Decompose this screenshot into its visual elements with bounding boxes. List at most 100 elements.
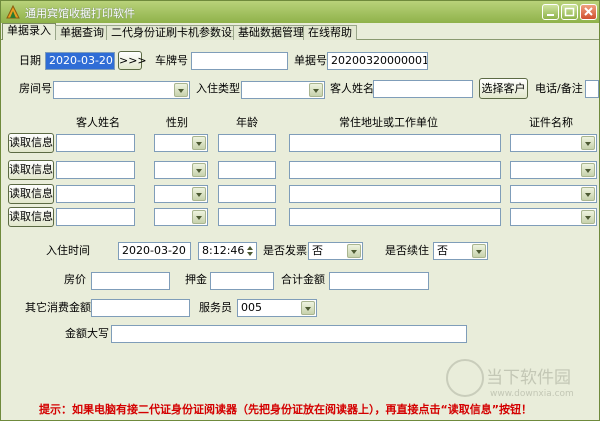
chevron-down-icon[interactable] xyxy=(347,244,361,258)
address-field[interactable] xyxy=(289,161,501,179)
chevron-down-icon[interactable] xyxy=(192,136,206,150)
col-address: 常住地址或工作单位 xyxy=(339,116,438,129)
checkin-type-select[interactable] xyxy=(241,81,325,99)
tab-basic-data[interactable]: 基础数据管理 xyxy=(233,25,309,40)
date-label: 日期 xyxy=(19,54,41,67)
gender-select[interactable] xyxy=(154,185,208,203)
age-field[interactable] xyxy=(218,185,276,203)
room-price-label: 房价 xyxy=(64,273,86,286)
chevron-down-icon[interactable] xyxy=(581,163,595,177)
room-price-input[interactable] xyxy=(91,272,170,290)
waiter-select[interactable]: 005 xyxy=(237,299,317,317)
other-amount-label: 其它消费金额 xyxy=(25,301,91,314)
age-field[interactable] xyxy=(218,208,276,226)
chevron-down-icon[interactable] xyxy=(581,187,595,201)
time-spinner[interactable] xyxy=(245,244,255,258)
select-guest-button[interactable]: 选择客户 xyxy=(479,78,528,99)
minimize-button[interactable] xyxy=(542,4,559,20)
guest-name-field[interactable] xyxy=(56,134,135,152)
continue-stay-select[interactable]: 否 xyxy=(433,242,488,260)
phone-input[interactable] xyxy=(585,80,599,98)
chevron-down-icon[interactable] xyxy=(301,301,315,315)
address-field[interactable] xyxy=(289,185,501,203)
read-info-button[interactable]: 读取信息 xyxy=(8,184,54,204)
invoice-label: 是否发票 xyxy=(263,244,307,257)
chevron-down-icon[interactable] xyxy=(581,210,595,224)
tab-receipt-query[interactable]: 单据查询 xyxy=(55,25,109,40)
waiter-label: 服务员 xyxy=(199,301,232,314)
col-age: 年龄 xyxy=(236,116,258,129)
room-no-select[interactable] xyxy=(53,81,190,99)
app-window: 通用宾馆收据打印软件 单据录入 单据查询 二代身份证刷卡机参数设置 基础数据管理… xyxy=(0,0,600,421)
receipt-no-input[interactable]: 20200320000001 xyxy=(327,52,428,70)
gender-select[interactable] xyxy=(154,134,208,152)
tip-text: 提示：如果电脑有接二代证身份证阅读器（先把身份证放在阅读器上），再直接点击“读取… xyxy=(39,403,532,416)
checkin-type-label: 入住类型 xyxy=(196,82,240,95)
tab-online-help[interactable]: 在线帮助 xyxy=(303,25,357,40)
chevron-down-icon[interactable] xyxy=(309,83,323,97)
phone-label: 电话/备注 xyxy=(535,82,583,95)
guest-name-field[interactable] xyxy=(56,161,135,179)
window-title: 通用宾馆收据打印软件 xyxy=(25,7,135,20)
col-guest-name: 客人姓名 xyxy=(76,116,120,129)
id-type-select[interactable] xyxy=(510,134,597,152)
read-info-button[interactable]: 读取信息 xyxy=(8,160,54,180)
read-info-button[interactable]: 读取信息 xyxy=(8,207,54,227)
site-watermark: 当下软件园 www.downxia.com xyxy=(446,359,596,409)
gender-select[interactable] xyxy=(154,208,208,226)
watermark-text: 当下软件园 xyxy=(486,368,571,388)
guest-name-label: 客人姓名 xyxy=(330,82,374,95)
deposit-input[interactable] xyxy=(210,272,274,290)
checkin-date-input[interactable]: 2020-03-20 xyxy=(118,242,191,260)
plate-label: 车牌号 xyxy=(155,54,188,67)
continue-stay-label: 是否续住 xyxy=(385,244,429,257)
checkin-time-label: 入住时间 xyxy=(46,244,90,257)
app-logo-icon xyxy=(6,4,20,19)
date-input[interactable]: 2020-03-20 xyxy=(45,52,115,70)
address-field[interactable] xyxy=(289,134,501,152)
chevron-down-icon[interactable] xyxy=(581,136,595,150)
guest-name-input[interactable] xyxy=(373,80,473,98)
id-type-select[interactable] xyxy=(510,185,597,203)
guest-name-field[interactable] xyxy=(56,185,135,203)
deposit-label: 押金 xyxy=(185,273,207,286)
tab-id-reader-settings[interactable]: 二代身份证刷卡机参数设置 xyxy=(106,25,248,40)
close-icon xyxy=(584,7,593,16)
guest-name-field[interactable] xyxy=(56,208,135,226)
read-info-button[interactable]: 读取信息 xyxy=(8,133,54,153)
minimize-icon xyxy=(547,14,554,16)
maximize-icon xyxy=(564,7,575,17)
address-field[interactable] xyxy=(289,208,501,226)
chevron-down-icon[interactable] xyxy=(192,163,206,177)
age-field[interactable] xyxy=(218,161,276,179)
title-bar: 通用宾馆收据打印软件 xyxy=(1,1,599,23)
other-amount-input[interactable] xyxy=(91,299,190,317)
watermark-logo-icon xyxy=(446,359,484,397)
gender-select[interactable] xyxy=(154,161,208,179)
chevron-down-icon[interactable] xyxy=(472,244,486,258)
amount-words-label: 金额大写 xyxy=(65,327,109,340)
watermark-url: www.downxia.com xyxy=(490,389,574,399)
maximize-button[interactable] xyxy=(561,4,578,20)
col-gender: 性别 xyxy=(166,116,188,129)
id-type-select[interactable] xyxy=(510,208,597,226)
checkin-time-input[interactable]: 8:12:46 xyxy=(198,242,257,260)
tab-bar: 单据录入 单据查询 二代身份证刷卡机参数设置 基础数据管理 在线帮助 xyxy=(1,23,599,40)
chevron-down-icon[interactable] xyxy=(192,187,206,201)
id-type-select[interactable] xyxy=(510,161,597,179)
close-button[interactable] xyxy=(580,4,597,20)
age-field[interactable] xyxy=(218,134,276,152)
arrow-up-icon xyxy=(247,246,253,250)
total-label: 合计金额 xyxy=(281,273,325,286)
amount-words-input[interactable] xyxy=(111,325,467,343)
chevron-down-icon[interactable] xyxy=(174,83,188,97)
arrow-down-icon xyxy=(247,252,253,256)
chevron-down-icon[interactable] xyxy=(192,210,206,224)
col-id-type: 证件名称 xyxy=(529,116,573,129)
tab-receipt-entry[interactable]: 单据录入 xyxy=(2,23,56,40)
total-input[interactable] xyxy=(329,272,429,290)
plate-input[interactable] xyxy=(191,52,288,70)
invoice-select[interactable]: 否 xyxy=(308,242,363,260)
room-no-label: 房间号 xyxy=(19,82,52,95)
date-picker-button[interactable]: >>> xyxy=(118,51,147,70)
